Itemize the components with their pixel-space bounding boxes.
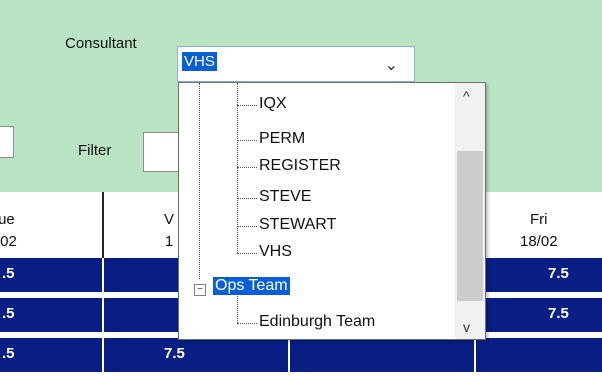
column-divider [102, 338, 104, 372]
tree-item-register[interactable]: REGISTER [259, 157, 341, 175]
cell-tue[interactable]: .5 [2, 305, 15, 322]
column-divider [474, 338, 476, 372]
scroll-thumb[interactable] [457, 151, 483, 301]
tree-connector [237, 323, 257, 324]
dropdown-scrollbar[interactable]: ^ v [455, 83, 485, 339]
tree-item-stewart[interactable]: STEWART [259, 216, 336, 234]
chevron-down-icon[interactable]: ⌄ [385, 55, 398, 75]
tree-connector [237, 253, 257, 254]
tree-item-ops-team[interactable]: Ops Team [213, 277, 290, 295]
column-divider [102, 298, 104, 332]
header-wed-day: V [164, 211, 175, 228]
table-row[interactable]: .5 7.5 [0, 338, 602, 372]
cell-wed[interactable]: 7.5 [164, 345, 185, 362]
tree-item-vhs[interactable]: VHS [259, 243, 292, 261]
header-tue-text: ue /02 [0, 209, 17, 253]
tree-item-perm[interactable]: PERM [259, 130, 305, 148]
filter-label: Filter [78, 142, 112, 159]
header-tue-date: /02 [0, 233, 17, 250]
collapse-icon[interactable]: − [194, 284, 206, 296]
header-wed-text: V 1 [164, 209, 174, 253]
cell-fri[interactable]: 7.5 [548, 305, 569, 322]
tree-connector [237, 198, 257, 199]
consultant-value: VHS [182, 52, 217, 71]
tree-root-line [199, 83, 200, 279]
header-fri-date: 18/02 [520, 233, 558, 250]
header-wed-date: 1 [164, 233, 174, 250]
cell-tue[interactable]: .5 [2, 345, 15, 362]
column-divider [288, 338, 290, 372]
tree-item-steve[interactable]: STEVE [259, 188, 311, 206]
scroll-up-icon[interactable]: ^ [463, 88, 470, 104]
header-col-tue[interactable]: ue /02 [0, 192, 104, 258]
consultant-combobox[interactable]: VHS ⌄ [177, 46, 415, 82]
cell-tue[interactable]: .5 [2, 265, 15, 282]
header-tue-day: ue [0, 211, 15, 228]
cell-fri[interactable]: 7.5 [548, 265, 569, 282]
tree-branch-line [237, 83, 238, 253]
tree-connector [237, 105, 257, 106]
tree-connector [237, 140, 257, 141]
consultant-label: Consultant [65, 35, 137, 52]
tree-item-iqx[interactable]: IQX [259, 95, 287, 113]
tree-item-edinburgh-team[interactable]: Edinburgh Team [259, 313, 375, 331]
tree-branch-line [237, 293, 238, 323]
header-fri-day: Fri [530, 211, 548, 228]
tree-connector [237, 226, 257, 227]
scroll-down-icon[interactable]: v [463, 319, 470, 335]
header-fri-text[interactable]: Fri 18/02 [520, 209, 558, 253]
consultant-dropdown[interactable]: IQX PERM REGISTER STEVE STEWART VHS − Op… [178, 82, 486, 340]
partial-input[interactable] [0, 126, 14, 158]
tree-connector [237, 167, 257, 168]
column-divider [102, 258, 104, 292]
